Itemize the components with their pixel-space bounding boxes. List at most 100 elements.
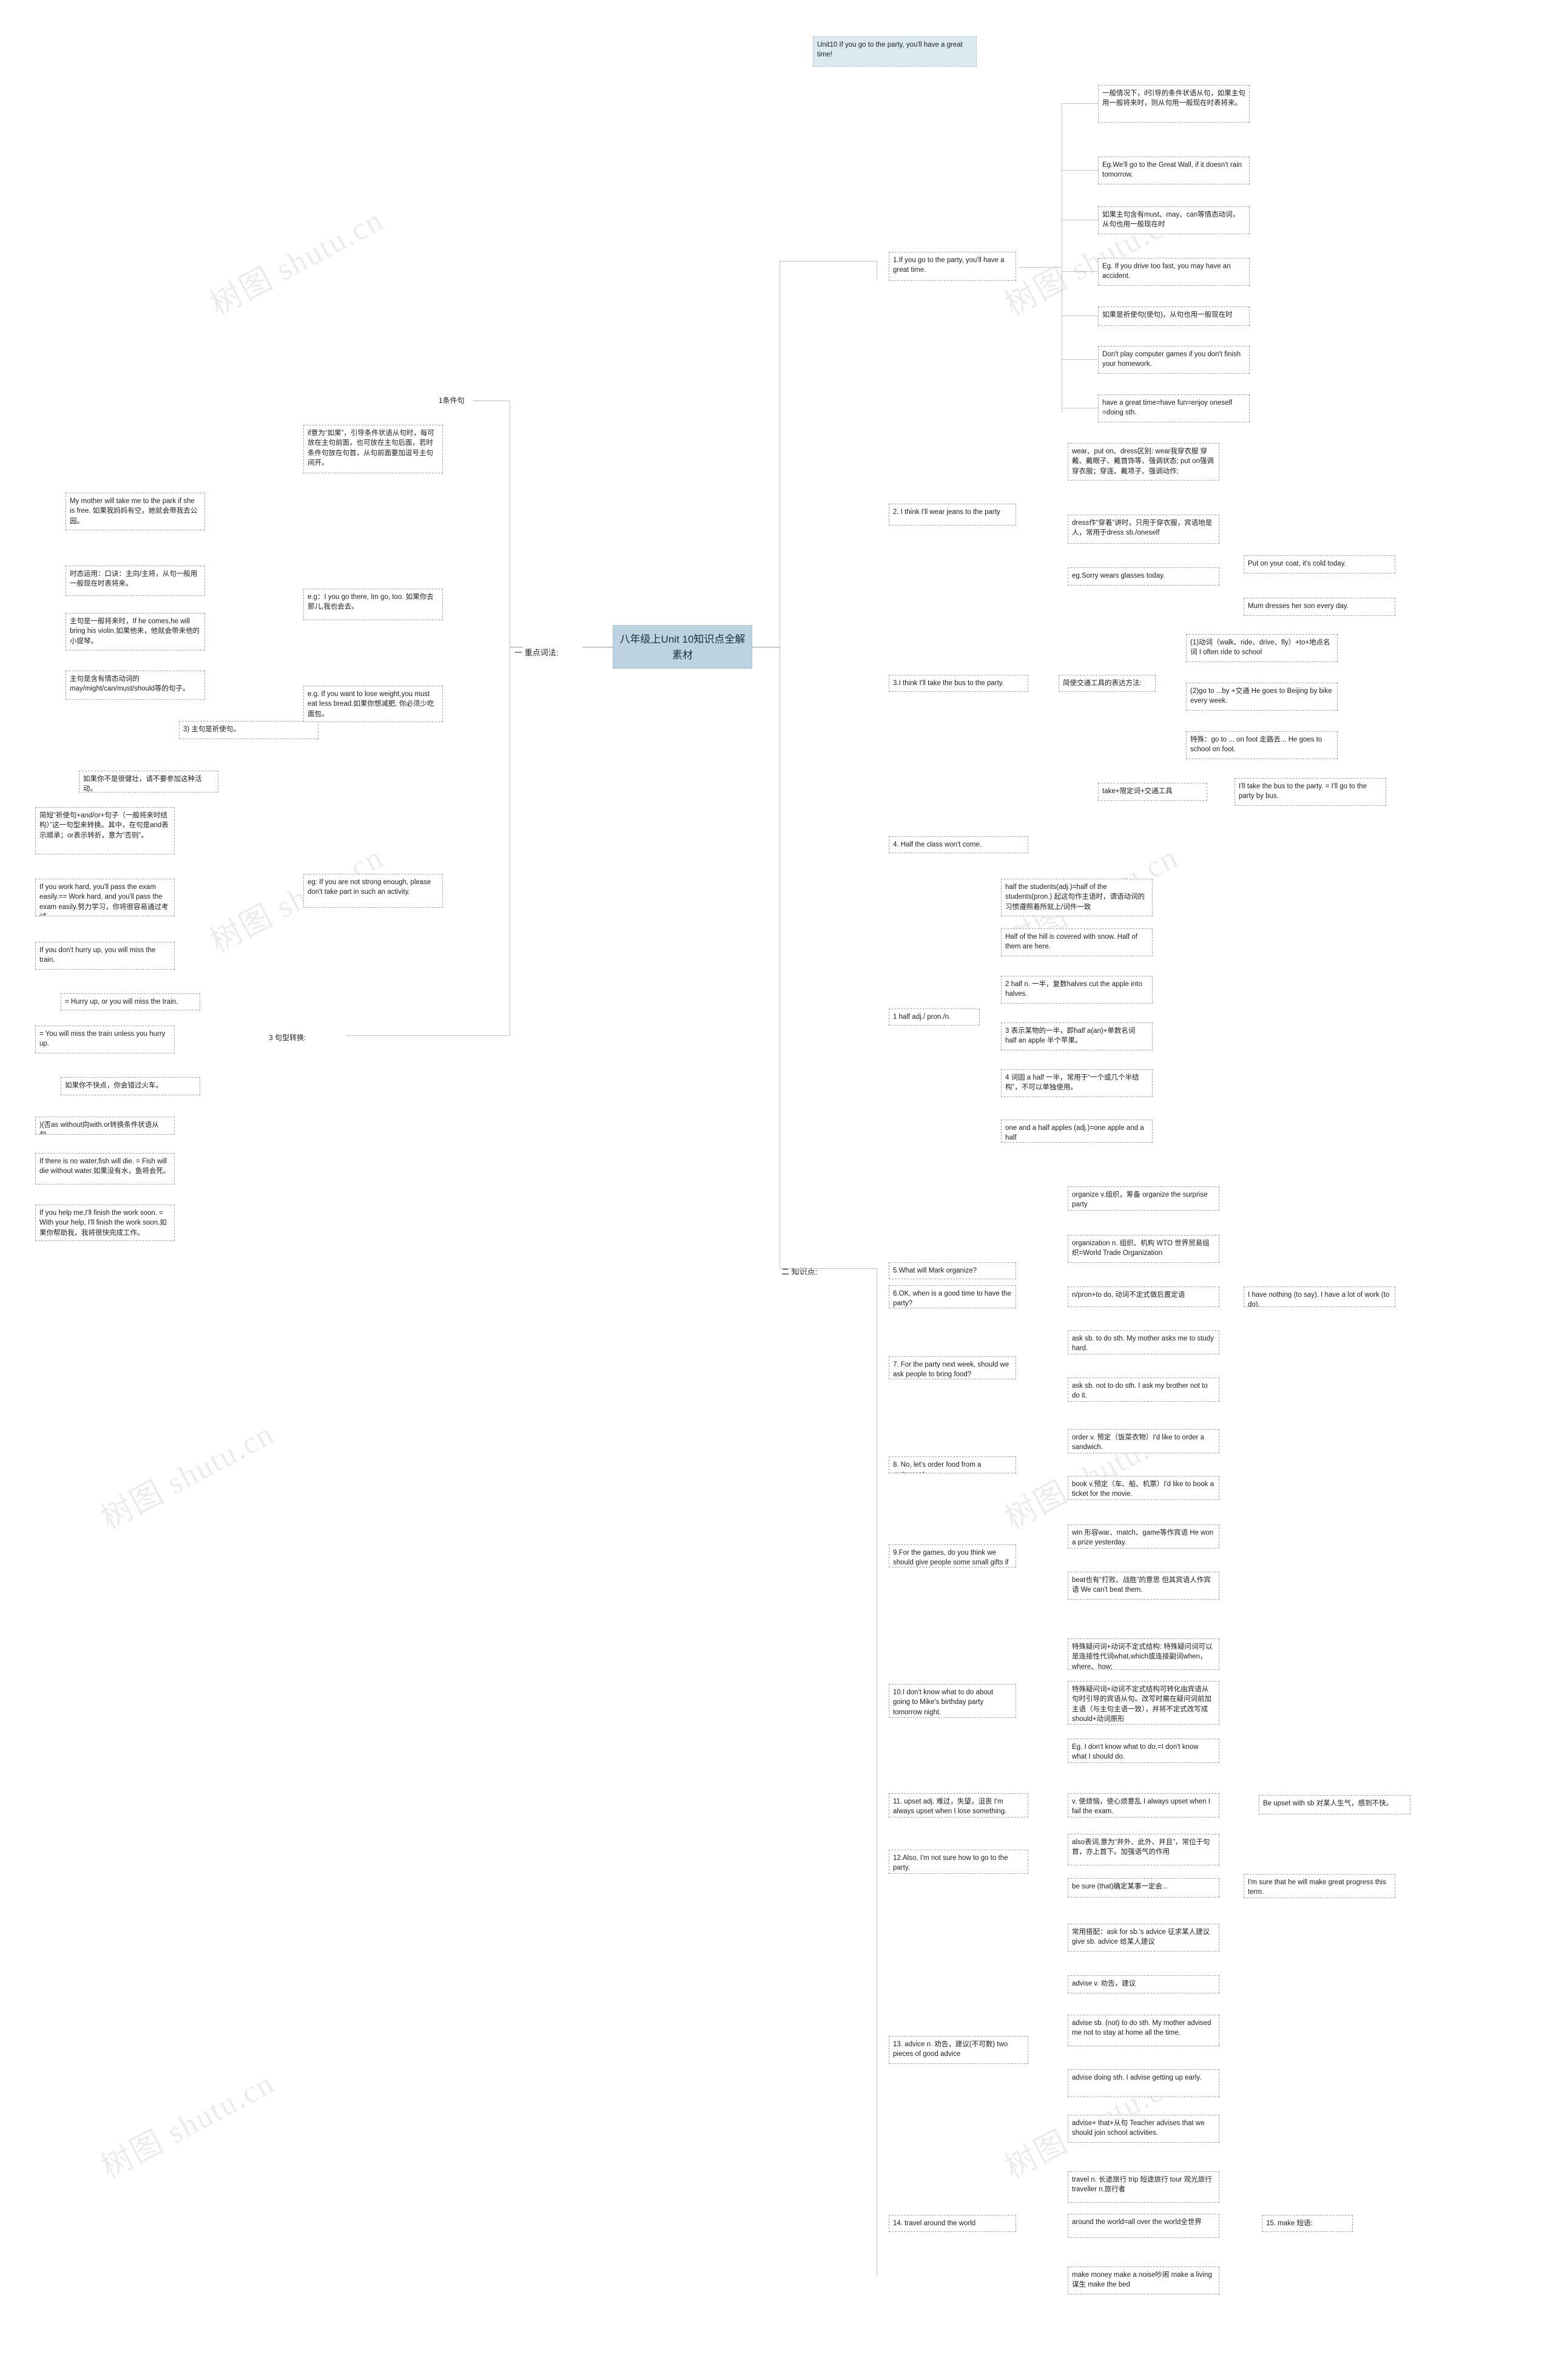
point-3-item: (1)动词（walk、ride、drive、fly）+to+地点名词 I oft… bbox=[1186, 634, 1338, 662]
grammar-t8: 如果你不是很健壮，请不要参加这种活动。 bbox=[79, 771, 218, 793]
point-13-item: advise sb. (not) to do sth. My mother ad… bbox=[1068, 2015, 1219, 2046]
point-15-item: make money make a noise吵闹 make a living谋… bbox=[1068, 2267, 1219, 2294]
grammar-t9: eg: If you are not strong enough, please… bbox=[303, 874, 443, 908]
point-1-label: 1.If you go to the party, you'll have a … bbox=[889, 252, 1016, 281]
grammar-t6: e.g：I you go there, Im go, too. 如果你去那儿,我… bbox=[303, 589, 443, 620]
point-9-item: beat也有“打败、战胜”的意思 但其宾语人作宾语 We can't beat … bbox=[1068, 1572, 1219, 1600]
point-4-item: 3 表示某物的一半，即half a(an)+单数名词 half an apple… bbox=[1001, 1023, 1153, 1050]
point-1-item: have a great time=have fun=enjoy oneself… bbox=[1098, 394, 1250, 422]
point-8-label: 8. No, let's order food from a restauran… bbox=[889, 1456, 1016, 1473]
point-14-item: travel n. 长途旅行 trip 短途旅行 tour 观光旅行 trave… bbox=[1068, 2171, 1219, 2203]
point-1-item: 一般情况下，if引导的条件状语从句，如果主句用一般将来时，则从句用一般现在时表将… bbox=[1098, 85, 1250, 123]
point-3-item: (2)go to ...by +交通 He goes to Beijing by… bbox=[1186, 683, 1338, 711]
point-9-item: win 形容war、match、game等作宾语 He won a prize … bbox=[1068, 1524, 1219, 1549]
point-11-label: 11. upset adj. 难过，失望，沮丧 I'm always upset… bbox=[889, 1793, 1028, 1817]
branch-label-grammar: 一 重点词法: bbox=[514, 648, 559, 657]
point-4-item: one and a half apples (adj.)=one apple a… bbox=[1001, 1120, 1153, 1143]
point-5-item: organize v.组织，筹备 organize the surprise p… bbox=[1068, 1186, 1219, 1211]
grammar-t10: 3 句型转换: bbox=[269, 1033, 306, 1042]
point-3-label: 3.I think I'll take the bus to the party… bbox=[889, 675, 1028, 692]
point-13-item: 常用搭配：ask for sb.'s advice 征求某人建议 give sb… bbox=[1068, 1924, 1219, 1952]
grammar-t1: My mother will take me to the park if sh… bbox=[66, 493, 205, 530]
grammar-cond-desc: if意为“如果”，引导条件状语从句时，每可放在主句前面，也可放在主句后面，若时条… bbox=[303, 425, 443, 473]
point-1-item: 如果主句含有must、may、can等情态动词，从句也用一般现在时 bbox=[1098, 206, 1250, 234]
grammar-t5: 3) 主句是祈使句。 bbox=[179, 721, 318, 739]
point-13-label: 13. advice n. 劝告，建议(不可数) two pieces of g… bbox=[889, 2036, 1028, 2064]
branch-label-points: 二 知识点: bbox=[781, 1267, 818, 1276]
grammar-cond-label: 1条件句 bbox=[439, 396, 465, 405]
point-1-item: Eg. If you drive too fast, you may have … bbox=[1098, 258, 1250, 286]
point-15-label: 15. make 短语: bbox=[1262, 2215, 1353, 2232]
connector bbox=[1062, 271, 1098, 272]
point-1-item: Don't play computer games if you don't f… bbox=[1098, 346, 1250, 374]
point-11-item: v. 使烦恼，使心烦意乱 I always upset when I fail … bbox=[1068, 1793, 1219, 1817]
grammar-t12: If you work hard, you'll pass the exam e… bbox=[35, 879, 175, 916]
header-note: Unit10 If you go to the party, you'll ha… bbox=[813, 36, 977, 67]
point-3-item: 特殊：go to ... on foot 走路去... He goes to s… bbox=[1186, 731, 1338, 759]
connector bbox=[1019, 267, 1062, 268]
point-10-item: Eg. I don't know what to do.=I don't kno… bbox=[1068, 1739, 1219, 1763]
watermark: 树图 shutu.cn bbox=[204, 202, 389, 323]
connector bbox=[1062, 103, 1098, 104]
grammar-t15: = You will miss the train unless you hur… bbox=[35, 1026, 175, 1053]
point-12-item: be sure (that)确定某事一定会... bbox=[1068, 1878, 1219, 1898]
point-1-item: Eg.We'll go to the Great Wall, if it doe… bbox=[1098, 157, 1250, 184]
point-5-item: organization n. 组织、机构 WTO 世界贸易组织=World T… bbox=[1068, 1235, 1219, 1263]
point-10-label: 10.I don't know what to do about going t… bbox=[889, 1684, 1016, 1718]
point-13-item: advise+ that+从句 Teacher advises that we … bbox=[1068, 2115, 1219, 2143]
grammar-t14: = Hurry up, or you will miss the train. bbox=[61, 993, 200, 1010]
point-4-mid: 1 half adj./ pron./n. bbox=[889, 1009, 980, 1026]
point-4-item: 4 词固 a half 一半，常用于“一个或几个半结构”，不可以单独使用。 bbox=[1001, 1069, 1153, 1097]
grammar-t7: e.g. If you want to lose weight,you must… bbox=[303, 686, 443, 722]
point-3-item: I'll take the bus to the party. = I'll g… bbox=[1235, 778, 1386, 806]
point-2-item: eg.Sorry wears glasses today. bbox=[1068, 567, 1219, 586]
grammar-t18: If there is no water,fish will die. = Fi… bbox=[35, 1153, 175, 1185]
point-12-label: 12.Also, I'm not sure how to go to the p… bbox=[889, 1850, 1028, 1874]
point-6-item: I have nothing (to say). I have a lot of… bbox=[1244, 1286, 1395, 1307]
point-12-item: I'm sure that he will make great progres… bbox=[1244, 1874, 1395, 1898]
point-10-item: 特殊疑问词+动词不定式结构可转化由宾语从句时引导的宾语从句。改写时需在疑问词前加… bbox=[1068, 1681, 1219, 1725]
point-7-item: ask sb. not to do sth. I ask my brother … bbox=[1068, 1378, 1219, 1402]
point-2-item: Mum dresses her son every day. bbox=[1244, 598, 1395, 616]
point-6-label: 6.OK, when is a good time to have the pa… bbox=[889, 1285, 1016, 1308]
point-2-label: 2. I think I'll wear jeans to the party bbox=[889, 504, 1016, 526]
page-title: 八年级上Unit 10知识点全解素材 bbox=[613, 625, 752, 669]
point-13-item: advise v. 劝告，建议 bbox=[1068, 1975, 1219, 1993]
connector bbox=[346, 1035, 510, 1036]
point-13-item: advise doing sth. I advise getting up ea… bbox=[1068, 2069, 1219, 2097]
point-7-item: ask sb. to do sth. My mother asks me to … bbox=[1068, 1330, 1219, 1354]
watermark: 树图 shutu.cn bbox=[95, 1416, 280, 1537]
point-2-item: Put on your coat, it's cold today. bbox=[1244, 555, 1395, 573]
point-1-item: 如果是祈使句(使句)，从句也用一般现在时 bbox=[1098, 306, 1250, 326]
grammar-t19: If you help me,I'll finish the work soon… bbox=[35, 1205, 175, 1241]
point-14-label: 14. travel around the world bbox=[889, 2215, 1016, 2232]
grammar-t4: 主句是含有情态动词的may/might/can/must/should等的句子。 bbox=[66, 671, 205, 700]
point-4-item: Half of the hill is covered with snow. H… bbox=[1001, 928, 1153, 956]
point-9-label: 9.For the games, do you think we should … bbox=[889, 1544, 1016, 1567]
point-2-item: wear、put on、dress区别: wear我穿衣服 穿戴、戴眼子、戴首饰… bbox=[1068, 443, 1219, 481]
grammar-t2: 时态运用：口诀：主向/主将，从句一般用一般现在时表将来。 bbox=[66, 566, 205, 596]
point-4-label: 4. Half the class won't come. bbox=[889, 836, 1028, 853]
grammar-t13: If you don't hurry up, you will miss the… bbox=[35, 942, 175, 970]
watermark: 树图 shutu.cn bbox=[95, 2065, 280, 2186]
connector bbox=[780, 1268, 877, 1269]
point-2-item: dress作“穿着”讲时，只用于穿衣服，宾语地是人，常用于dress sb./o… bbox=[1068, 515, 1219, 544]
grammar-t16: 如果你不快点，你会错过火车。 bbox=[61, 1077, 200, 1095]
point-12-item: also表词,意为“并外、此外、并且”，常位于句首，亦上首下。加强语气的作用 bbox=[1068, 1834, 1219, 1865]
point-4-item: 2 half n. 一半，复数halves cut the apple into… bbox=[1001, 976, 1153, 1004]
point-8-item: order v. 预定（饭菜衣物）I'd like to order a san… bbox=[1068, 1429, 1219, 1453]
point-4-item: half the students(adj.)=half of the stud… bbox=[1001, 879, 1153, 916]
point-5-label: 5.What will Mark organize? bbox=[889, 1262, 1016, 1279]
point-3-mid: 简使交通工具的表达方法: bbox=[1059, 675, 1156, 692]
point-14-item: around the world=all over the world全世界 bbox=[1068, 2214, 1219, 2238]
grammar-t17: )(否as without向with.or转换条件状语从句。 bbox=[35, 1117, 175, 1135]
connector bbox=[780, 261, 877, 262]
grammar-t11: 简短“祈使句+and/or+句子（一般将来时结构）”这一句型来转换。其中，在句是… bbox=[35, 807, 175, 854]
point-11-item: Be upset with sb 对某人生气，感到不快。 bbox=[1259, 1795, 1410, 1814]
point-8-item: book v.预定（车、船、机票）I'd like to book a tick… bbox=[1068, 1476, 1219, 1500]
connector bbox=[1062, 359, 1098, 360]
watermark: 树图 shutu.cn bbox=[999, 1416, 1184, 1537]
point-3-item: take+限定词+交通工具 bbox=[1098, 783, 1207, 801]
connector bbox=[1062, 170, 1098, 171]
point-6-item: n/pron+to do, 动词不定式做后置定语 bbox=[1068, 1286, 1219, 1307]
